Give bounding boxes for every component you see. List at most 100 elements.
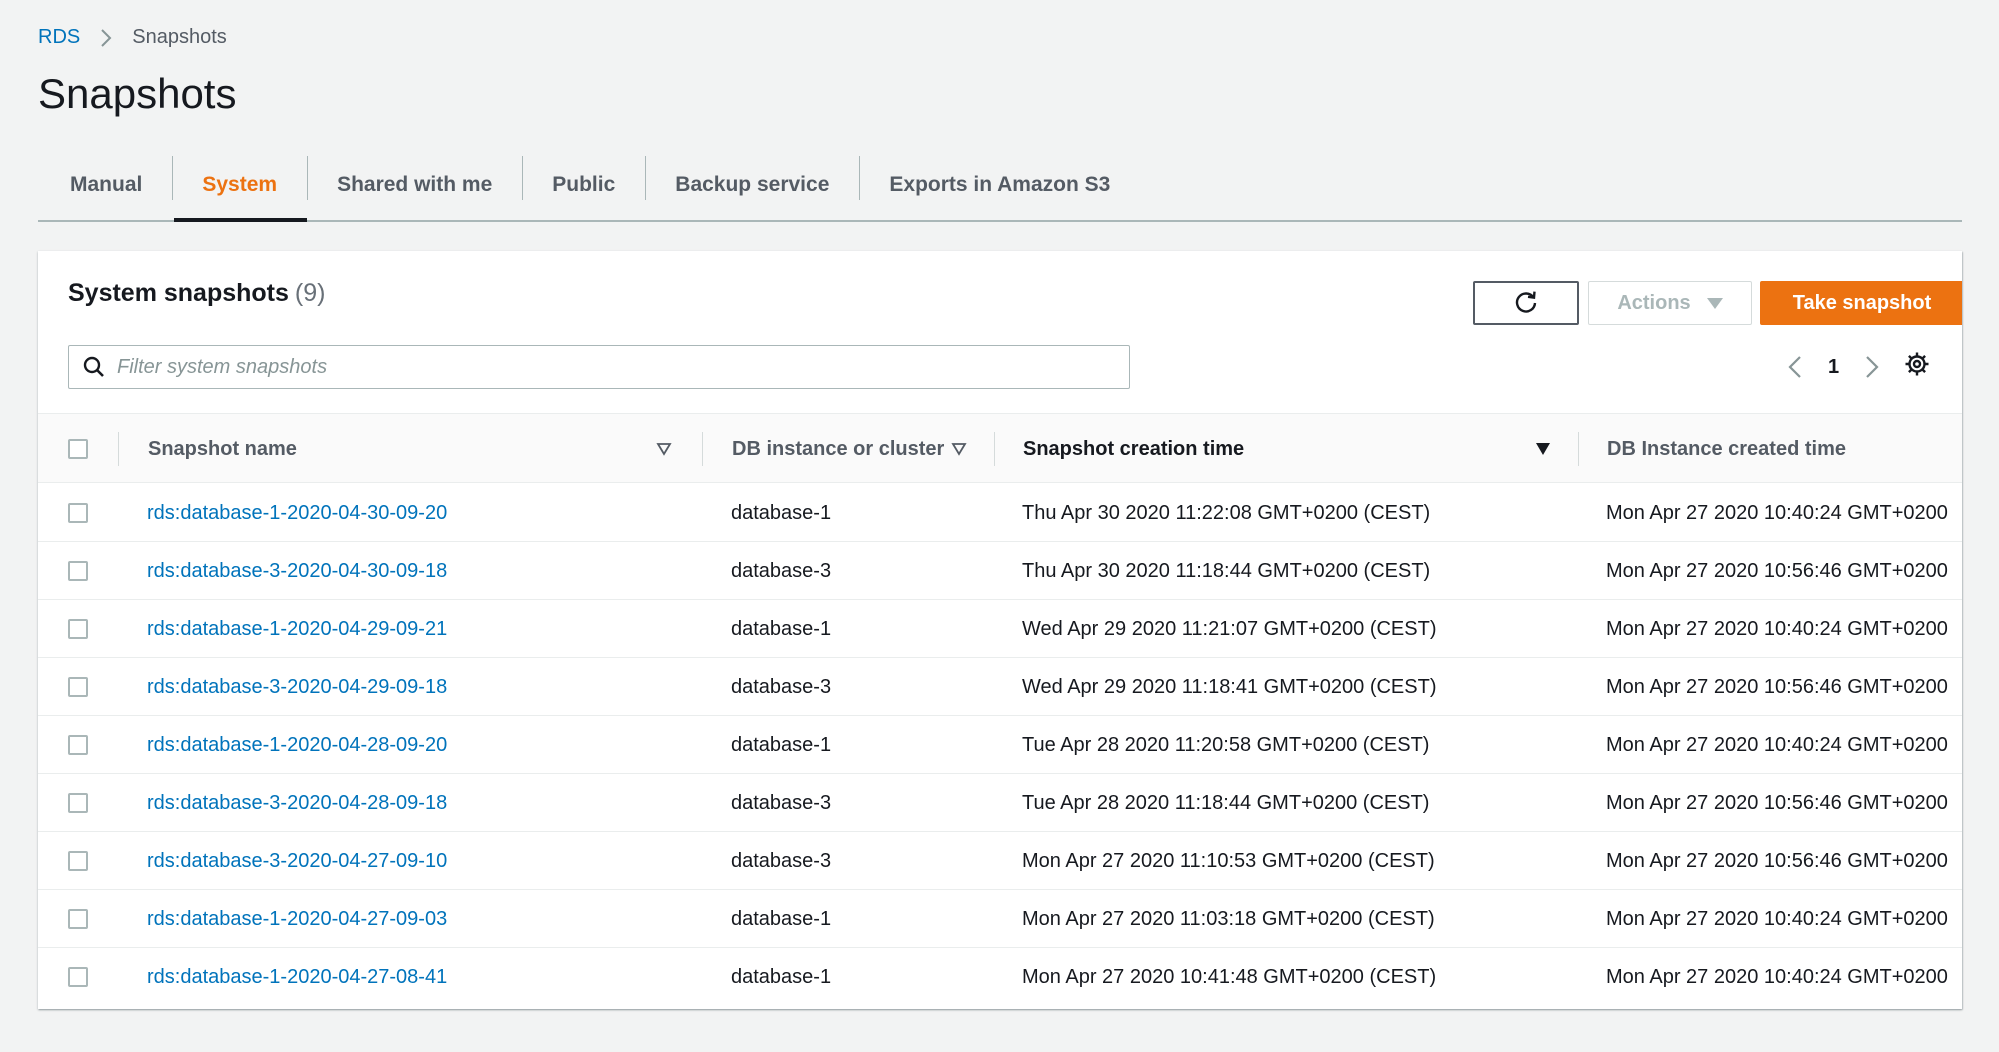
header-db-instance-created-time[interactable]: DB Instance created time xyxy=(1607,414,1846,484)
tab-exports-in-amazon-s3[interactable]: Exports in Amazon S3 xyxy=(859,150,1140,220)
search-icon xyxy=(83,356,105,378)
caret-down-icon xyxy=(1706,297,1723,309)
search-box xyxy=(68,345,1130,389)
snapshot-name-link[interactable]: rds:database-3-2020-04-30-09-18 xyxy=(147,542,447,600)
snapshot-count: (9) xyxy=(294,279,326,307)
table-row: rds:database-3-2020-04-28-09-18 database… xyxy=(38,774,1962,832)
chevron-right-icon xyxy=(100,28,112,48)
sort-icon[interactable] xyxy=(951,442,967,456)
snapshot-creation-time-cell: Mon Apr 27 2020 10:41:48 GMT+0200 (CEST) xyxy=(1022,965,1437,988)
tab-manual[interactable]: Manual xyxy=(38,150,172,220)
row-select-cell xyxy=(68,484,88,542)
snapshot-creation-time-cell: Mon Apr 27 2020 11:03:18 GMT+0200 (CEST) xyxy=(1022,907,1435,930)
row-select-cell xyxy=(68,716,88,774)
db-instance-cell: database-3 xyxy=(731,791,832,814)
snapshot-name-link[interactable]: rds:database-3-2020-04-28-09-18 xyxy=(147,774,447,832)
row-select-cell xyxy=(68,948,88,1006)
snapshot-creation-time-cell: Tue Apr 28 2020 11:18:44 GMT+0200 (CEST) xyxy=(1022,791,1430,814)
snapshot-name-link[interactable]: rds:database-1-2020-04-30-09-20 xyxy=(147,484,447,542)
instance-created-time-cell: Mon Apr 27 2020 10:40:24 GMT+0200 xyxy=(1606,907,1948,930)
db-instance-cell: database-3 xyxy=(731,559,832,582)
db-instance-cell: database-1 xyxy=(731,733,832,756)
table-row: rds:database-3-2020-04-30-09-18 database… xyxy=(38,542,1962,600)
chevron-left-icon[interactable] xyxy=(1788,355,1802,379)
system-snapshots-panel: System snapshots (9) Actions Take snapsho… xyxy=(38,251,1962,1009)
table-row: rds:database-3-2020-04-29-09-18 database… xyxy=(38,658,1962,716)
column-divider xyxy=(1578,432,1579,466)
instance-created-time-cell: Mon Apr 27 2020 10:56:46 GMT+0200 xyxy=(1606,791,1948,814)
row-checkbox[interactable] xyxy=(68,503,88,523)
gear-icon[interactable] xyxy=(1904,351,1930,377)
row-checkbox[interactable] xyxy=(68,967,88,987)
table-row: rds:database-1-2020-04-30-09-20 database… xyxy=(38,484,1962,542)
table-row: rds:database-1-2020-04-27-09-03 database… xyxy=(38,890,1962,948)
instance-created-time-cell: Mon Apr 27 2020 10:40:24 GMT+0200 xyxy=(1606,965,1948,988)
row-select-cell xyxy=(68,600,88,658)
row-checkbox[interactable] xyxy=(68,735,88,755)
sort-descending-icon[interactable] xyxy=(1535,442,1551,456)
table-row: rds:database-1-2020-04-29-09-21 database… xyxy=(38,600,1962,658)
instance-created-time-cell: Mon Apr 27 2020 10:56:46 GMT+0200 xyxy=(1606,675,1948,698)
pagination: 1 xyxy=(1788,349,1879,385)
row-checkbox[interactable] xyxy=(68,909,88,929)
tabs: Manual System Shared with me Public Back… xyxy=(38,150,1962,222)
instance-created-time-cell: Mon Apr 27 2020 10:56:46 GMT+0200 xyxy=(1606,849,1948,872)
row-checkbox[interactable] xyxy=(68,851,88,871)
select-all-cell xyxy=(68,414,88,484)
instance-created-time-cell: Mon Apr 27 2020 10:40:24 GMT+0200 xyxy=(1606,617,1948,640)
snapshot-creation-time-cell: Wed Apr 29 2020 11:18:41 GMT+0200 (CEST) xyxy=(1022,675,1437,698)
row-checkbox[interactable] xyxy=(68,561,88,581)
sort-icon[interactable] xyxy=(656,442,672,456)
snapshot-name-link[interactable]: rds:database-3-2020-04-29-09-18 xyxy=(147,658,447,716)
tab-backup-service[interactable]: Backup service xyxy=(645,150,859,220)
table-header: Snapshot name DB instance or cluster Sna… xyxy=(38,413,1962,483)
db-instance-cell: database-3 xyxy=(731,849,832,872)
panel-title: System snapshots (9) xyxy=(68,279,325,308)
snapshot-creation-time-cell: Tue Apr 28 2020 11:20:58 GMT+0200 (CEST) xyxy=(1022,733,1430,756)
column-divider xyxy=(118,432,119,466)
header-snapshot-creation-time[interactable]: Snapshot creation time xyxy=(1023,414,1244,484)
column-divider xyxy=(702,432,703,466)
breadcrumb: RDS Snapshots xyxy=(38,26,227,49)
row-select-cell xyxy=(68,832,88,890)
panel-title-text: System snapshots xyxy=(68,279,289,307)
tab-system[interactable]: System xyxy=(172,150,307,222)
page: RDS Snapshots Snapshots Manual System Sh… xyxy=(0,0,1999,1052)
snapshot-name-link[interactable]: rds:database-3-2020-04-27-09-10 xyxy=(147,832,447,890)
tab-public[interactable]: Public xyxy=(522,150,645,220)
snapshot-name-link[interactable]: rds:database-1-2020-04-27-08-41 xyxy=(147,948,447,1006)
actions-label: Actions xyxy=(1617,291,1691,314)
take-snapshot-button[interactable]: Take snapshot xyxy=(1760,281,1962,325)
refresh-button[interactable] xyxy=(1473,281,1579,325)
select-all-checkbox[interactable] xyxy=(68,439,88,459)
table-row: rds:database-1-2020-04-27-08-41 database… xyxy=(38,948,1962,1006)
snapshot-creation-time-cell: Thu Apr 30 2020 11:18:44 GMT+0200 (CEST) xyxy=(1022,559,1431,582)
tab-shared-with-me[interactable]: Shared with me xyxy=(307,150,522,220)
header-snapshot-name[interactable]: Snapshot name xyxy=(148,414,297,484)
table-row: rds:database-1-2020-04-28-09-20 database… xyxy=(38,716,1962,774)
row-checkbox[interactable] xyxy=(68,793,88,813)
snapshot-name-link[interactable]: rds:database-1-2020-04-28-09-20 xyxy=(147,716,447,774)
snapshot-name-link[interactable]: rds:database-1-2020-04-29-09-21 xyxy=(147,600,447,658)
row-checkbox[interactable] xyxy=(68,677,88,697)
snapshot-name-link[interactable]: rds:database-1-2020-04-27-09-03 xyxy=(147,890,447,948)
row-select-cell xyxy=(68,774,88,832)
chevron-right-icon[interactable] xyxy=(1865,355,1879,379)
current-page-number[interactable]: 1 xyxy=(1828,356,1839,379)
row-select-cell xyxy=(68,658,88,716)
instance-created-time-cell: Mon Apr 27 2020 10:40:24 GMT+0200 xyxy=(1606,733,1948,756)
row-select-cell xyxy=(68,542,88,600)
db-instance-cell: database-1 xyxy=(731,965,832,988)
instance-created-time-cell: Mon Apr 27 2020 10:40:24 GMT+0200 xyxy=(1606,501,1948,524)
search-input[interactable] xyxy=(117,347,1129,387)
table-row: rds:database-3-2020-04-27-09-10 database… xyxy=(38,832,1962,890)
actions-dropdown[interactable]: Actions xyxy=(1588,281,1752,325)
row-select-cell xyxy=(68,890,88,948)
snapshot-creation-time-cell: Wed Apr 29 2020 11:21:07 GMT+0200 (CEST) xyxy=(1022,617,1437,640)
breadcrumb-rds-link[interactable]: RDS xyxy=(38,26,80,49)
db-instance-cell: database-3 xyxy=(731,675,832,698)
header-db-instance[interactable]: DB instance or cluster xyxy=(732,414,944,484)
row-checkbox[interactable] xyxy=(68,619,88,639)
breadcrumb-current: Snapshots xyxy=(132,26,227,48)
page-title: Snapshots xyxy=(38,70,237,117)
